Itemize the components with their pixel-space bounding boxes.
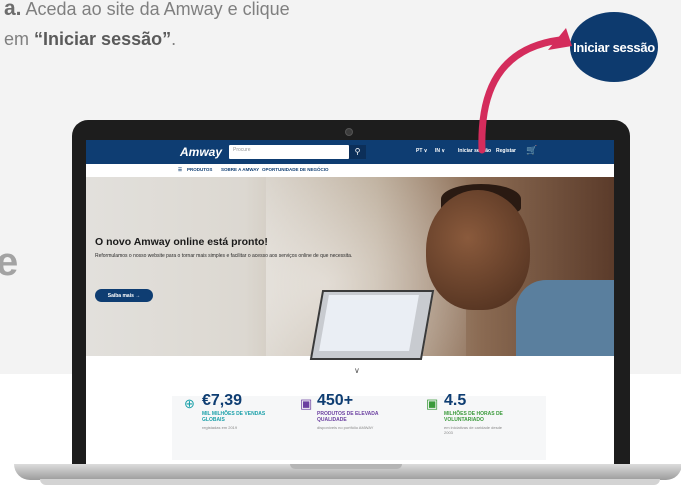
register-link[interactable]: Registar	[496, 148, 516, 154]
instruction-quoted: “Iniciar sessão”	[34, 29, 172, 49]
stat-label: PRODUTOS DE ELEVADA QUALIDADE	[317, 411, 379, 423]
stat-value: 4.5	[444, 392, 467, 409]
stat-value: €7,39	[202, 392, 243, 409]
search-input[interactable]: Procure	[229, 145, 349, 159]
search-placeholder: Procure	[233, 147, 251, 153]
hero-person	[426, 190, 530, 310]
amway-logo[interactable]: Amway	[180, 145, 222, 159]
hero-title: O novo Amway online está pronto!	[95, 236, 268, 248]
stat-label: MILHÕES DE HORAS DE VOLUNTARIADO	[444, 411, 503, 423]
hero-laptop-screen	[319, 295, 419, 351]
nav-item-products[interactable]: PRODUTOS	[187, 167, 212, 172]
stat-subtext: registadas em 2019	[202, 425, 238, 430]
instruction-line-1: Aceda ao site da Amway e clique	[25, 0, 290, 19]
language-selector[interactable]: PT ∨	[416, 148, 427, 154]
login-callout-label: Iniciar sessão	[573, 39, 655, 55]
region-selector[interactable]: IN ∨	[435, 148, 445, 154]
stat-value: 450+	[317, 392, 354, 409]
hero-person-shirt	[516, 280, 614, 356]
stat-subtext: disponíveis no portfólio AMWAY	[317, 425, 374, 430]
nav-menu-icon[interactable]: ☰	[178, 167, 182, 173]
stats-section: ⊕ €7,39 MIL MILHÕES DE VENDAS GLOBAIS reg…	[172, 392, 546, 460]
nav-item-business[interactable]: OPORTUNIDADE DE NEGÓCIO	[262, 167, 329, 172]
login-callout-bubble[interactable]: Iniciar sessão	[570, 12, 658, 82]
cut-off-letter: e	[0, 240, 19, 284]
cart-icon[interactable]: 🛒	[526, 145, 537, 156]
chevron-down-icon[interactable]: ∨	[354, 366, 360, 375]
volunteer-icon: ▣	[426, 396, 439, 411]
laptop-screen: Amway Procure ⚲ PT ∨ IN ∨ Iniciar sessão…	[86, 140, 614, 464]
hero-text: Reformulamos o nosso website para o torn…	[95, 253, 353, 259]
login-link[interactable]: Iniciar sessão	[458, 148, 491, 154]
stat-subtext: em iniciativas de caridade desde 2003	[444, 425, 503, 435]
nav-item-about[interactable]: SOBRE A AMWAY	[221, 167, 259, 172]
laptop-shadow	[40, 479, 660, 485]
laptop-notch	[290, 464, 402, 469]
camera-icon	[345, 128, 353, 136]
site-nav: ☰ PRODUTOS SOBRE A AMWAY OPORTUNIDADE DE…	[86, 164, 614, 178]
learn-more-button[interactable]: Saiba mais →	[95, 289, 153, 302]
step-letter: a.	[4, 0, 22, 20]
stat-label: MIL MILHÕES DE VENDAS GLOBAIS	[202, 411, 266, 423]
search-icon[interactable]: ⚲	[349, 145, 366, 159]
instruction-text: a. Aceda ao site da Amway e clique em “I…	[4, 0, 290, 54]
product-icon: ▣	[300, 396, 313, 411]
site-header: Amway Procure ⚲ PT ∨ IN ∨ Iniciar sessão…	[86, 140, 614, 164]
instruction-suffix: .	[171, 29, 177, 49]
instruction-prefix: em	[4, 29, 30, 49]
globe-icon: ⊕	[184, 396, 195, 411]
